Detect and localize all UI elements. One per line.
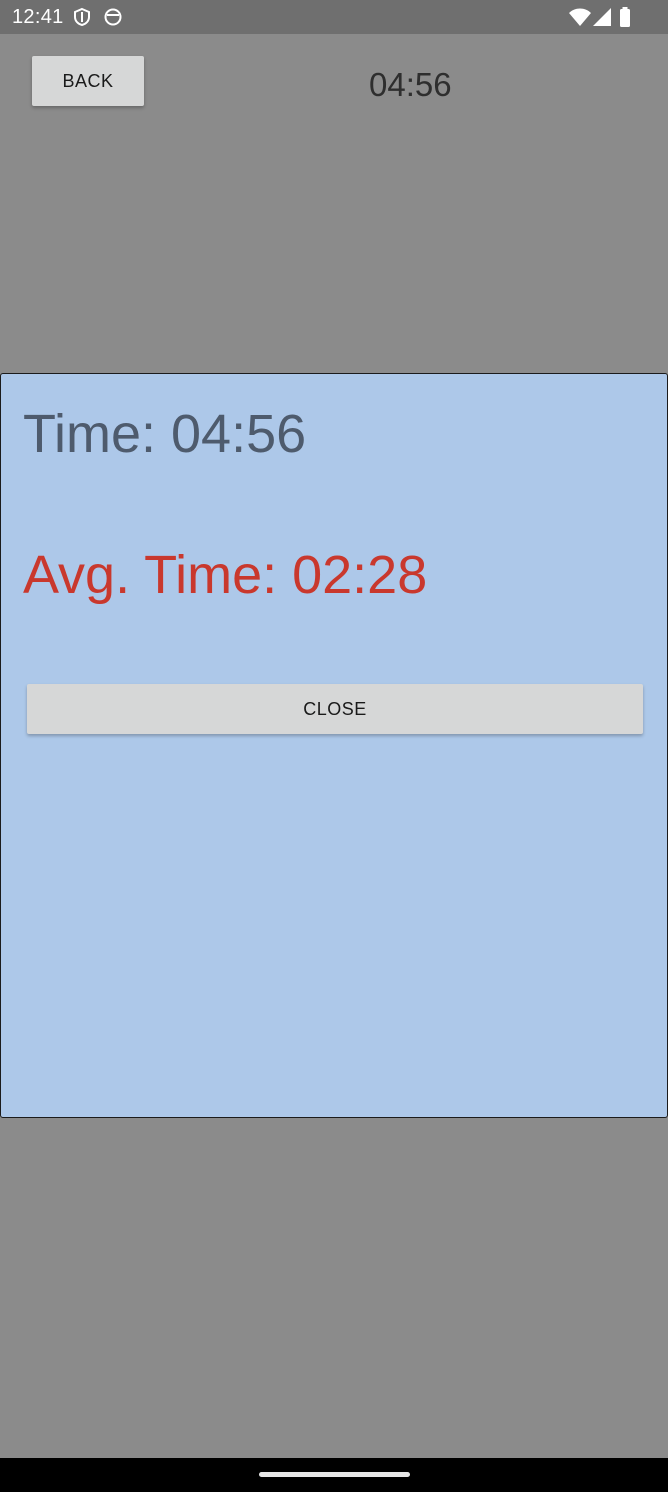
shield-icon bbox=[74, 7, 90, 27]
result-dialog: Time: 04:56 Avg. Time: 02:28 CLOSE bbox=[0, 373, 668, 1118]
face-icon bbox=[104, 8, 122, 26]
close-button[interactable]: CLOSE bbox=[27, 684, 643, 734]
navigation-bar bbox=[0, 1458, 668, 1492]
elapsed-timer: 04:56 bbox=[369, 66, 452, 103]
status-time: 12:41 bbox=[12, 6, 64, 28]
back-button[interactable]: BACK bbox=[32, 56, 144, 106]
signal-icon bbox=[593, 8, 611, 26]
time-result: Time: 04:56 bbox=[23, 404, 307, 464]
battery-icon bbox=[620, 7, 630, 27]
average-time-result: Avg. Time: 02:28 bbox=[23, 545, 428, 605]
wifi-icon bbox=[569, 8, 591, 26]
status-bar: 12:41 bbox=[0, 0, 668, 34]
home-indicator[interactable] bbox=[259, 1472, 410, 1477]
